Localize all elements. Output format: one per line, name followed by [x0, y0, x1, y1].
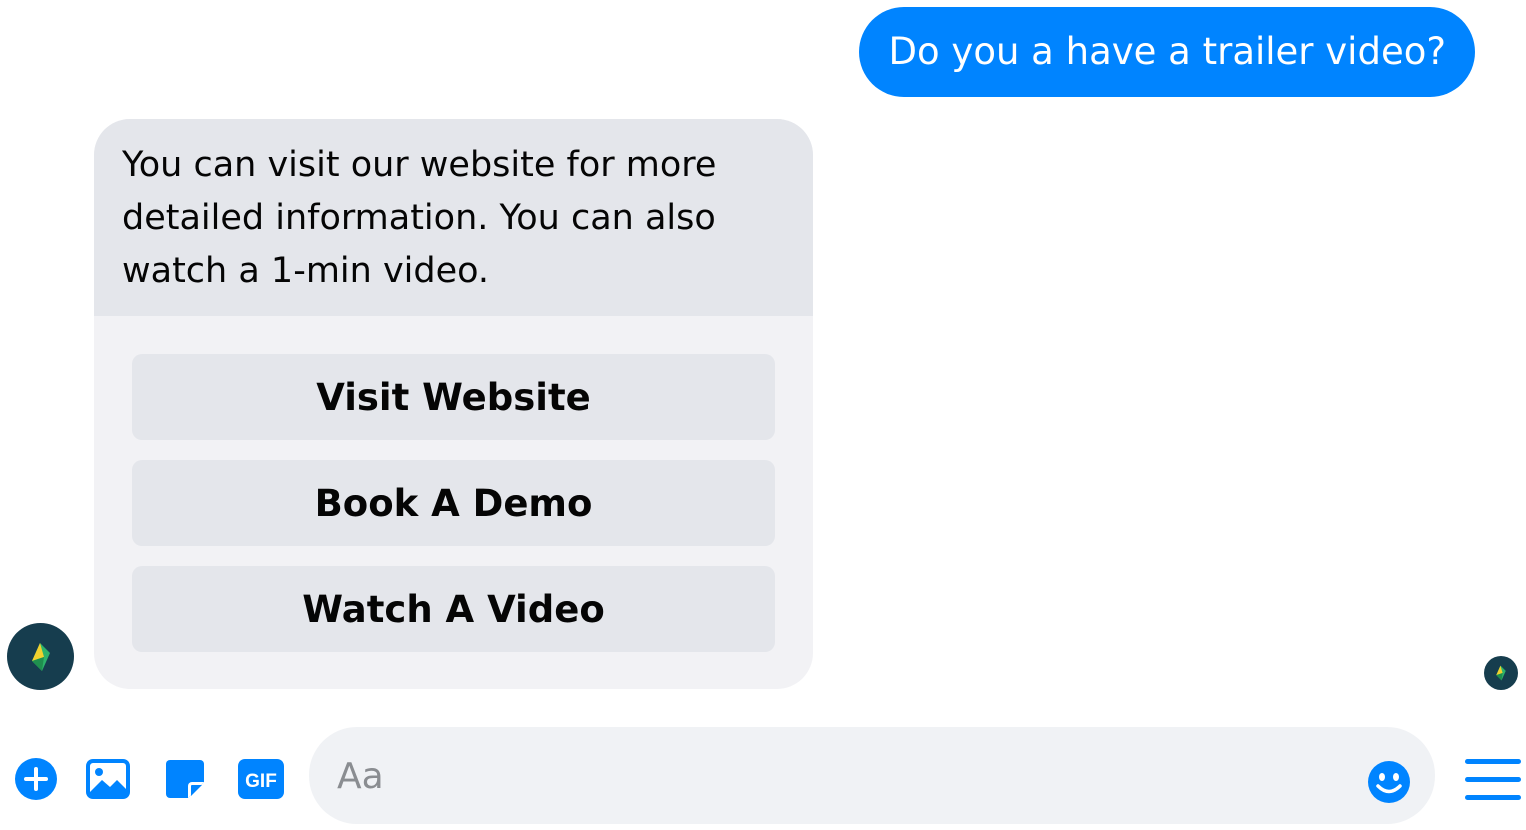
- bot-message-card: You can visit our website for more detai…: [94, 119, 813, 689]
- bot-avatar[interactable]: [7, 623, 74, 690]
- sticker-button[interactable]: [162, 756, 208, 802]
- image-icon: [86, 759, 130, 799]
- gif-icon: GIF: [238, 759, 284, 799]
- gif-button[interactable]: GIF: [238, 756, 284, 802]
- watch-a-video-button[interactable]: Watch A Video: [132, 566, 775, 652]
- sticker-icon: [166, 760, 204, 798]
- plus-icon: [15, 758, 57, 800]
- emoji-icon: [1368, 761, 1410, 803]
- bot-logo-icon: [31, 642, 50, 671]
- book-a-demo-button[interactable]: Book A Demo: [132, 460, 775, 546]
- bot-logo-icon: [1496, 665, 1506, 681]
- visit-website-button[interactable]: Visit Website: [132, 354, 775, 440]
- bot-message-text: You can visit our website for more detai…: [94, 119, 813, 316]
- emoji-button[interactable]: [1367, 760, 1411, 804]
- message-input-container: [309, 727, 1435, 826]
- menu-icon: [1465, 759, 1521, 800]
- card-button-list: Visit Website Book A Demo Watch A Video: [94, 316, 813, 652]
- message-input[interactable]: [335, 727, 1339, 826]
- attach-image-button[interactable]: [85, 756, 131, 802]
- read-receipt-avatar: [1484, 656, 1518, 690]
- plus-button[interactable]: [13, 756, 59, 802]
- messenger-chat: Do you a have a trailer video? You can v…: [0, 0, 1526, 830]
- menu-button[interactable]: [1463, 756, 1523, 804]
- message-composer: GIF: [0, 726, 1526, 830]
- gif-label: GIF: [245, 771, 277, 792]
- outgoing-message-bubble: Do you a have a trailer video?: [858, 7, 1475, 97]
